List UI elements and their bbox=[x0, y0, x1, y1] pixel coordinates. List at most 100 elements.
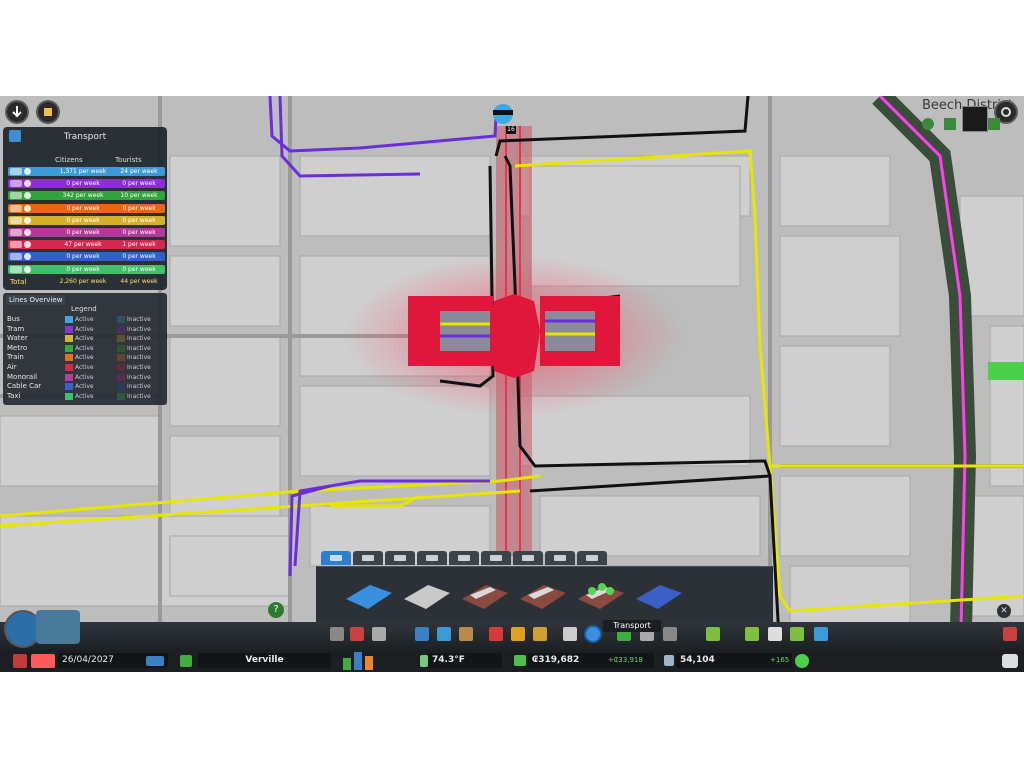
close-icon: ✕ bbox=[1000, 606, 1008, 616]
city-name[interactable]: Verville bbox=[198, 653, 331, 668]
inactive-label: Inactive bbox=[127, 325, 151, 333]
chirper-toggle-button[interactable] bbox=[1002, 654, 1018, 668]
fire-icon[interactable] bbox=[511, 627, 525, 641]
transport-row-cable-car[interactable]: 0 per week 0 per week bbox=[8, 252, 165, 262]
magnifier-icon[interactable] bbox=[24, 253, 31, 261]
transport-row-tram[interactable]: 0 per week 0 per week bbox=[8, 179, 165, 189]
active-label: Active bbox=[75, 383, 94, 391]
active-swatch bbox=[65, 325, 73, 333]
build-item-transport-hub[interactable] bbox=[340, 573, 396, 613]
tourists-header: Tourists bbox=[115, 156, 142, 164]
landscaping-icon[interactable] bbox=[745, 627, 759, 641]
citizens-value: 0 per week bbox=[66, 204, 100, 212]
transport-row-taxi[interactable]: 0 per week 0 per week bbox=[8, 264, 165, 274]
close-panel-button[interactable]: ✕ bbox=[997, 604, 1011, 618]
population-icon bbox=[664, 655, 674, 666]
citizens-value: 0 per week bbox=[66, 180, 100, 188]
areas-icon[interactable] bbox=[814, 627, 828, 641]
magnifier-icon[interactable] bbox=[24, 241, 31, 249]
zoning-icon[interactable] bbox=[350, 627, 364, 641]
chirper-settings-icon[interactable] bbox=[1003, 627, 1017, 641]
legend-row: Train Active Inactive bbox=[7, 353, 165, 362]
inactive-swatch bbox=[117, 392, 125, 400]
zoom-out-button[interactable] bbox=[5, 100, 29, 124]
healthcare-icon[interactable] bbox=[489, 627, 503, 641]
status-bar: 26/04/2027 Verville 74.3°F ₢319,682 +₢33… bbox=[0, 650, 1024, 672]
inactive-label: Inactive bbox=[127, 383, 151, 391]
build-tab-plane[interactable] bbox=[481, 551, 511, 565]
legend-row: Air Active Inactive bbox=[7, 363, 165, 372]
transport-row-air[interactable]: 47 per week 1 per week bbox=[8, 240, 165, 250]
pause-button[interactable] bbox=[13, 654, 27, 668]
active-swatch bbox=[65, 316, 73, 323]
income-display: +₢33,918 bbox=[608, 656, 643, 664]
thermometer-icon bbox=[420, 655, 428, 667]
magnifier-icon[interactable] bbox=[24, 192, 31, 200]
policies-icon[interactable] bbox=[768, 627, 782, 641]
electricity-icon[interactable] bbox=[415, 627, 429, 641]
build-tab-bus[interactable] bbox=[321, 551, 351, 565]
magnifier-icon[interactable] bbox=[24, 180, 31, 188]
transport-icon[interactable] bbox=[586, 627, 600, 641]
build-tab-ship[interactable] bbox=[449, 551, 479, 565]
inactive-label: Inactive bbox=[127, 335, 151, 343]
build-item-road-with-trees[interactable] bbox=[572, 573, 628, 613]
build-item-bus-stop-shelter[interactable] bbox=[630, 573, 686, 613]
magnifier-icon[interactable] bbox=[24, 229, 31, 236]
leaf-icon bbox=[988, 118, 1000, 130]
transport-row-water[interactable]: 0 per week 0 per week bbox=[8, 215, 165, 225]
education-icon[interactable] bbox=[563, 627, 577, 641]
gear-icon bbox=[1001, 107, 1011, 117]
chirper-badge[interactable]: 16 bbox=[506, 126, 516, 134]
city-info-icon[interactable] bbox=[180, 655, 192, 667]
transport-row-bus[interactable]: 1,371 per week 24 per week bbox=[8, 167, 165, 176]
taxi-icon bbox=[10, 265, 22, 273]
rci-demand-meter[interactable] bbox=[341, 650, 377, 672]
roads-icon[interactable] bbox=[330, 627, 344, 641]
tourists-value: 0 per week bbox=[122, 253, 156, 261]
happiness-icon[interactable] bbox=[795, 654, 809, 668]
active-label: Active bbox=[75, 335, 94, 343]
transport-row-metro[interactable]: 342 per week 10 per week bbox=[8, 191, 165, 201]
magnifier-icon[interactable] bbox=[24, 204, 31, 212]
district-logo-icon bbox=[962, 106, 988, 132]
population-change: +165 bbox=[770, 656, 790, 664]
train-icon bbox=[10, 204, 22, 212]
help-button[interactable]: ? bbox=[268, 602, 284, 618]
unlock-milestones-button[interactable] bbox=[36, 610, 80, 644]
legend-row: Monorail Active Inactive bbox=[7, 373, 165, 382]
build-tab-train[interactable] bbox=[417, 551, 447, 565]
garbage-icon[interactable] bbox=[459, 627, 473, 641]
magnifier-icon[interactable] bbox=[24, 168, 31, 175]
build-item-train-platform[interactable] bbox=[398, 573, 454, 613]
magnifier-icon[interactable] bbox=[24, 265, 31, 273]
police-icon[interactable] bbox=[533, 627, 547, 641]
bulldozer-icon[interactable] bbox=[706, 627, 720, 641]
taxi-icon bbox=[586, 555, 598, 561]
recycle-icon bbox=[922, 118, 934, 130]
active-swatch bbox=[65, 383, 73, 391]
total-tourists: 44 per week bbox=[120, 278, 158, 285]
build-tab-metro[interactable] bbox=[385, 551, 415, 565]
economy-icon[interactable] bbox=[790, 627, 804, 641]
water-icon[interactable] bbox=[437, 627, 451, 641]
transport-row-monorail[interactable]: 0 per week 0 per week bbox=[8, 228, 165, 237]
info-icon bbox=[44, 108, 52, 116]
active-swatch bbox=[65, 354, 73, 362]
monuments-icon[interactable] bbox=[663, 627, 677, 641]
magnifier-icon[interactable] bbox=[24, 216, 31, 224]
speed-indicator[interactable] bbox=[31, 654, 55, 668]
speed-up-button[interactable] bbox=[146, 656, 164, 666]
build-tab-monorail[interactable] bbox=[513, 551, 543, 565]
build-tab-cable-car[interactable] bbox=[545, 551, 575, 565]
info-views-button[interactable] bbox=[36, 100, 60, 124]
build-tab-tram[interactable] bbox=[353, 551, 383, 565]
district-policy-icons[interactable] bbox=[922, 106, 1000, 132]
legend-row: Bus Active Inactive bbox=[7, 315, 165, 324]
build-item-road-with-tram-2[interactable] bbox=[514, 573, 570, 613]
district-icon[interactable] bbox=[372, 627, 386, 641]
build-item-road-with-tram-1[interactable] bbox=[456, 573, 512, 613]
build-tab-taxi[interactable] bbox=[577, 551, 607, 565]
lines-overview-title[interactable]: Lines Overview bbox=[6, 295, 66, 305]
transport-row-train[interactable]: 0 per week 0 per week bbox=[8, 203, 165, 213]
